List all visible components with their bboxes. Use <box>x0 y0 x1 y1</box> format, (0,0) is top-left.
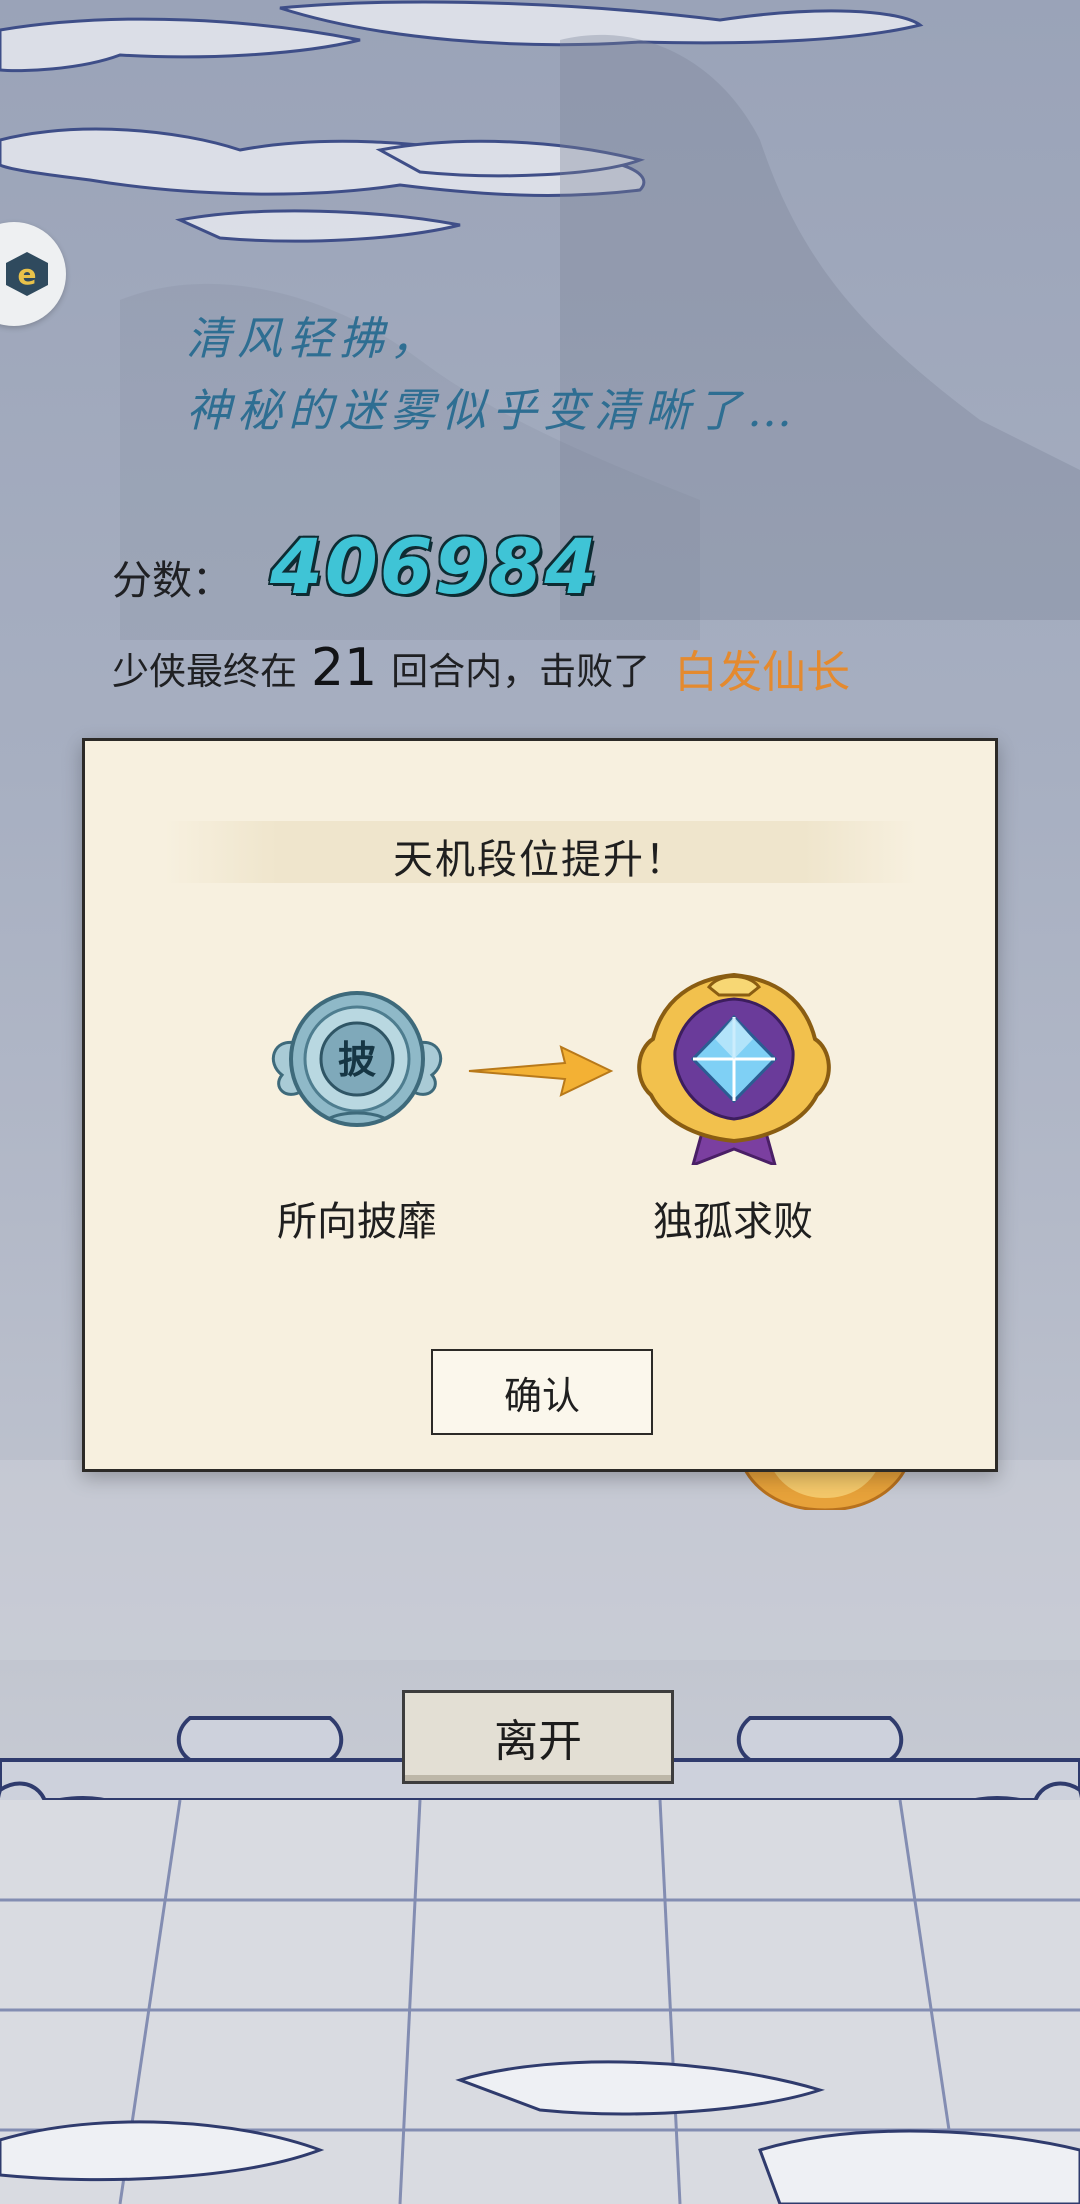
defeated-boss-name: 白发仙长 <box>674 647 851 698</box>
old-rank-glyph: 披 <box>338 1038 376 1082</box>
old-rank-name: 所向披靡 <box>277 1199 437 1245</box>
poem-line-1: 清风轻拂， <box>186 312 442 365</box>
score-value: 406984 <box>270 522 600 611</box>
new-rank-name: 独孤求败 <box>653 1199 813 1245</box>
confirm-button[interactable]: 确认 <box>431 1349 653 1435</box>
score-label: 分数： <box>112 558 232 604</box>
leave-button[interactable]: 离开 <box>402 1690 674 1784</box>
result-prefix: 少侠最终在 <box>112 650 297 693</box>
arrow-right-icon <box>468 1045 614 1097</box>
result-middle: 回合内，击败了 <box>391 650 651 693</box>
gold-diamond-rank-medal-icon <box>637 972 831 1165</box>
app-badge-icon: e <box>6 252 48 296</box>
rank-up-dialog: 天机段位提升！ 披 所向披靡 独孤求败 确认 <box>82 738 998 1472</box>
round-count: 21 <box>311 638 378 698</box>
poem-text: 清风轻拂， 神秘的迷雾似乎变清晰了… <box>186 302 798 446</box>
silver-rank-medal-icon: 披 <box>271 991 443 1127</box>
battle-result-line: 少侠最终在 21 回合内，击败了 白发仙长 <box>112 636 850 700</box>
poem-line-2: 神秘的迷雾似乎变清晰了… <box>186 384 799 437</box>
dialog-title: 天机段位提升！ <box>393 837 687 883</box>
